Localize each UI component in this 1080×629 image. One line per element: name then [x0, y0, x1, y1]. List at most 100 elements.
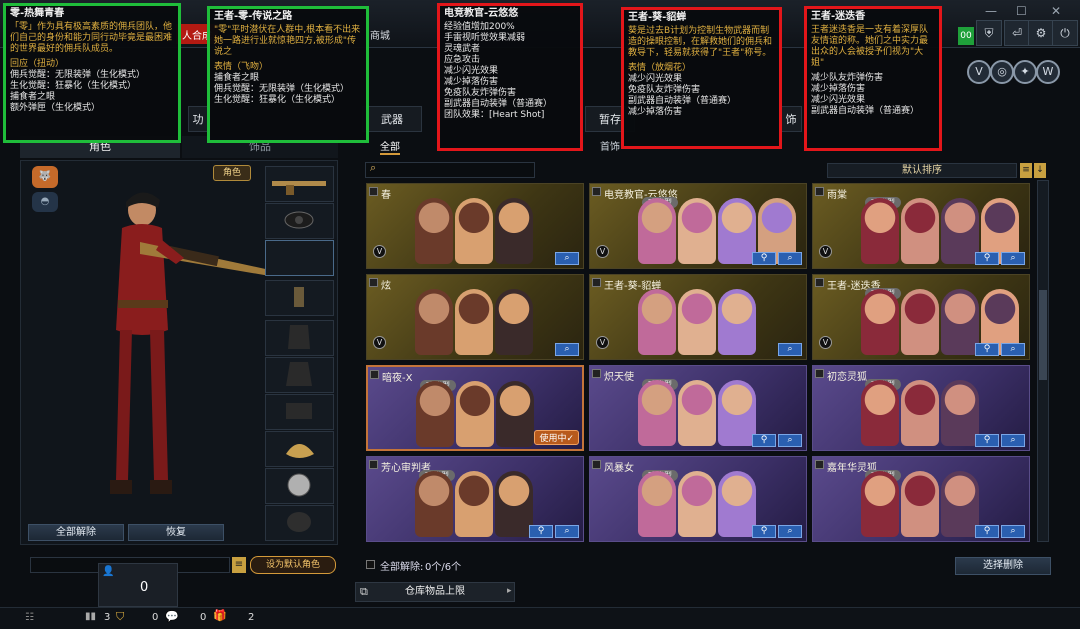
- slot-accessory-3[interactable]: [265, 505, 334, 541]
- filter-all[interactable]: 全部: [380, 138, 400, 155]
- scroll-thumb[interactable]: [1039, 290, 1047, 380]
- tab-decor[interactable]: 饰: [780, 106, 802, 132]
- tooltip-line: 捕食者之眼: [10, 92, 56, 102]
- tab-function-city[interactable]: 商城: [370, 27, 390, 42]
- power-icon[interactable]: ⏻: [1052, 20, 1078, 46]
- card-name: 炽天使: [604, 372, 634, 383]
- minimize-button[interactable]: —: [985, 4, 997, 18]
- portrait: [638, 289, 676, 355]
- slot-armor-1[interactable]: [265, 320, 334, 356]
- zoom-icon[interactable]: ⌕: [778, 343, 802, 356]
- card-checkbox[interactable]: [815, 278, 824, 287]
- character-portraits: [638, 471, 756, 541]
- sort-order-icon[interactable]: ↓: [1034, 163, 1046, 178]
- skin-card[interactable]: 春 V ⌕: [366, 183, 584, 269]
- skin-card[interactable]: 嘉年华灵狐功能型⌕⚲: [812, 456, 1030, 542]
- tab-weapons[interactable]: 武器: [362, 106, 422, 132]
- preview-icon[interactable]: ⚲: [529, 525, 553, 538]
- skin-card[interactable]: 初恋灵狐功能型⌕⚲: [812, 365, 1030, 451]
- slot-armor-2[interactable]: [265, 357, 334, 393]
- zoom-icon[interactable]: ⌕: [555, 252, 579, 265]
- search-icon[interactable]: ⌕: [370, 161, 376, 175]
- zoom-icon[interactable]: ⌕: [1001, 252, 1025, 265]
- card-checkbox[interactable]: [369, 187, 378, 196]
- chat-icon[interactable]: 💬: [165, 610, 179, 623]
- skin-card[interactable]: 风暴女功能型⌕⚲: [589, 456, 807, 542]
- exit-icon[interactable]: ⏎: [1004, 20, 1030, 46]
- card-checkbox[interactable]: [815, 369, 824, 378]
- skin-card[interactable]: 炽天使功能型⌕⚲: [589, 365, 807, 451]
- sort-dropdown[interactable]: 默认排序: [827, 163, 1017, 178]
- zoom-icon[interactable]: ⌕: [778, 525, 802, 538]
- menu-icon[interactable]: ☷: [25, 612, 34, 623]
- zoom-icon[interactable]: ⌕: [555, 343, 579, 356]
- zoom-icon[interactable]: ⌕: [1001, 434, 1025, 447]
- emblem-icon-3[interactable]: ✦: [1013, 60, 1037, 84]
- zoom-icon[interactable]: ⌕: [1001, 343, 1025, 356]
- skin-card[interactable]: 王者-葵-貂蝉 V ⌕: [589, 274, 807, 360]
- skin-card[interactable]: 电竞教官-云悠悠功能型V⌕⚲: [589, 183, 807, 269]
- skin-card[interactable]: 雨棠功能型V⌕⚲: [812, 183, 1030, 269]
- preview-icon[interactable]: ⚲: [752, 434, 776, 447]
- card-checkbox[interactable]: [592, 187, 601, 196]
- gift-icon[interactable]: 🎁: [213, 609, 227, 622]
- card-checkbox[interactable]: [369, 460, 378, 469]
- card-checkbox[interactable]: [592, 278, 601, 287]
- stat-4: 2: [248, 612, 255, 623]
- skin-card[interactable]: 炫 V ⌕: [366, 274, 584, 360]
- portrait: [678, 380, 716, 446]
- restore-button[interactable]: 恢复: [128, 524, 224, 541]
- emblem-icon-1[interactable]: V: [967, 60, 991, 84]
- card-checkbox[interactable]: [815, 460, 824, 469]
- slot-primary-weapon[interactable]: [265, 166, 334, 202]
- card-checkbox[interactable]: [369, 278, 378, 287]
- preview-icon[interactable]: ⚲: [752, 525, 776, 538]
- portrait: [941, 198, 979, 264]
- set-default-button[interactable]: 设为默认角色: [250, 556, 336, 574]
- slot-accessory-1[interactable]: [265, 431, 334, 467]
- card-name: 春: [381, 190, 391, 201]
- maximize-button[interactable]: ☐: [1016, 4, 1027, 18]
- skin-card[interactable]: 暗夜-X功能型使用中✓: [366, 365, 584, 451]
- preview-icon[interactable]: ⚲: [975, 434, 999, 447]
- preview-icon[interactable]: ⚲: [975, 343, 999, 356]
- preview-icon[interactable]: ⚲: [975, 525, 999, 538]
- card-checkbox[interactable]: [815, 187, 824, 196]
- zoom-icon[interactable]: ⌕: [778, 434, 802, 447]
- select-delete-button[interactable]: 选择删除: [955, 557, 1051, 575]
- tooltip-desc: "零"平时潜伏在人群中,根本看不出来她一路进行业就惊艳四方,被形成"传说之: [214, 25, 361, 57]
- card-checkbox[interactable]: [370, 370, 379, 379]
- slot-melee[interactable]: [265, 240, 334, 276]
- wolf-icon[interactable]: 🐺: [32, 166, 58, 188]
- storage-limit-bar[interactable]: 仓库物品上限: [355, 582, 515, 602]
- mask-icon[interactable]: ◓: [32, 192, 58, 212]
- slot-armor-3[interactable]: [265, 394, 334, 430]
- clear-all-button[interactable]: 全部解除: [28, 524, 124, 541]
- zoom-icon[interactable]: ⌕: [555, 525, 579, 538]
- slot-secondary-weapon[interactable]: [265, 203, 334, 239]
- zoom-icon[interactable]: ⌕: [1001, 525, 1025, 538]
- filter-accessories[interactable]: 首饰: [600, 138, 620, 153]
- card-checkbox[interactable]: [592, 369, 601, 378]
- close-button[interactable]: ✕: [1051, 4, 1061, 18]
- tooltip-line: 副武器自动装弹（普通赛）: [628, 96, 737, 106]
- list-icon[interactable]: ≡: [232, 557, 246, 573]
- clear-checkbox[interactable]: [366, 560, 375, 569]
- search-input[interactable]: [365, 162, 535, 178]
- expand-icon[interactable]: ▸: [507, 586, 512, 596]
- list-view-icon[interactable]: ≡: [1020, 163, 1032, 178]
- card-checkbox[interactable]: [592, 460, 601, 469]
- shield-icon[interactable]: ⛨: [976, 20, 1002, 46]
- skin-card[interactable]: 芳心审判者功能型⌕⚲: [366, 456, 584, 542]
- tooltip-line: 减少掉落伤害: [811, 84, 866, 94]
- slot-accessory-2[interactable]: [265, 468, 334, 504]
- emblem-icon-2[interactable]: ◎: [990, 60, 1014, 84]
- skin-card[interactable]: 王者-迷迭香功能型V⌕⚲: [812, 274, 1030, 360]
- slot-grenade[interactable]: [265, 280, 334, 316]
- zoom-icon[interactable]: ⌕: [778, 252, 802, 265]
- tab-function[interactable]: 功: [188, 106, 208, 132]
- emblem-icon-4[interactable]: W: [1036, 60, 1060, 84]
- preview-icon[interactable]: ⚲: [752, 252, 776, 265]
- gear-icon[interactable]: ⚙: [1028, 20, 1054, 46]
- preview-icon[interactable]: ⚲: [975, 252, 999, 265]
